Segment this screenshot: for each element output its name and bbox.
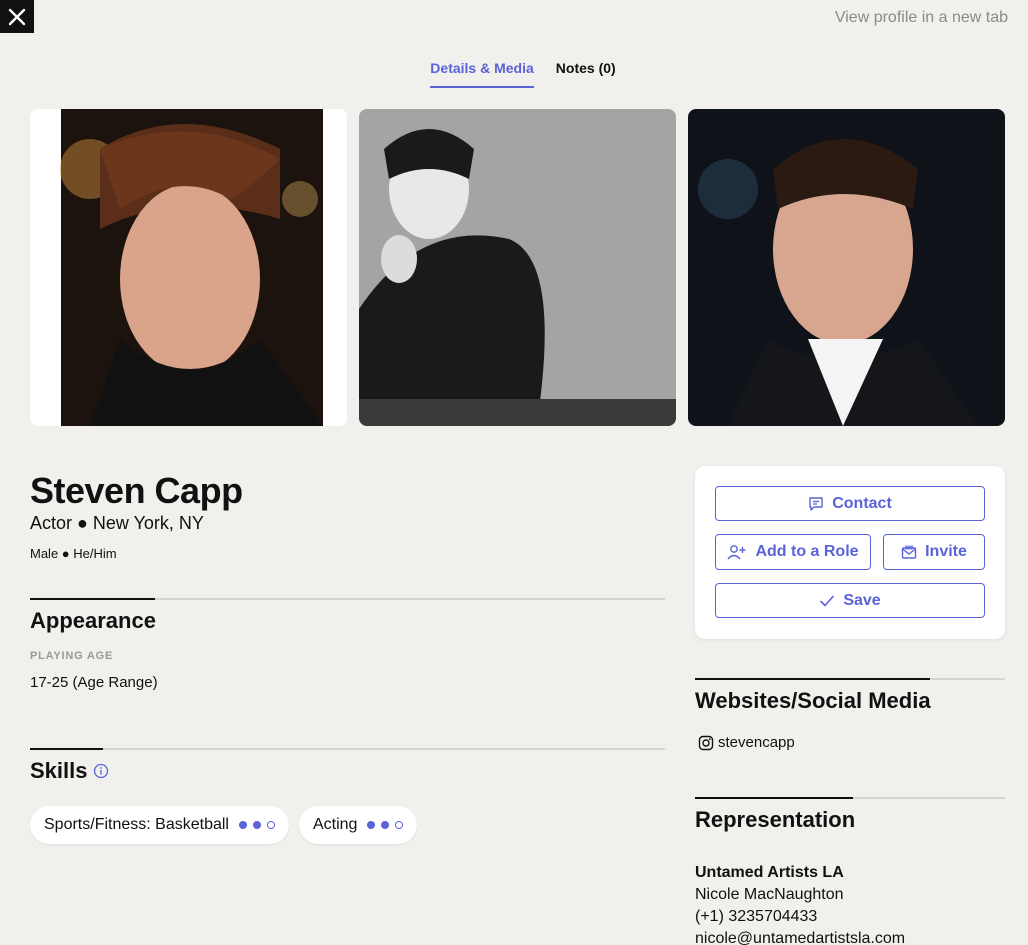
skills-heading: Skills: [30, 758, 109, 784]
skill-level-indicator: [238, 821, 275, 829]
representation-divider: [695, 797, 1005, 799]
appearance-heading: Appearance: [30, 608, 156, 633]
profile-subtitle: Actor ● New York, NY: [30, 513, 204, 533]
websites-divider: [695, 678, 1005, 680]
agent-phone[interactable]: (+1) 3235704433: [695, 906, 905, 928]
instagram-link[interactable]: stevencapp: [698, 734, 795, 751]
agent-email[interactable]: nicole@untamedartistsla.com: [695, 928, 905, 945]
skills-list: Sports/Fitness: Basketball Acting: [30, 806, 418, 844]
checkmark-icon: [820, 595, 835, 606]
close-button[interactable]: [0, 0, 34, 33]
representation-info: Untamed Artists LA Nicole MacNaughton (+…: [695, 862, 905, 945]
skill-level-dot-empty: [266, 821, 275, 829]
skill-label: Sports/Fitness: Basketball: [44, 816, 229, 833]
instagram-handle: stevencapp: [718, 734, 795, 751]
skill-label: Acting: [312, 816, 358, 833]
view-profile-new-tab-link[interactable]: View profile in a new tab: [835, 9, 1008, 27]
skill-level-dot-filled: [381, 821, 390, 829]
add-to-role-button[interactable]: Add to a Role: [715, 534, 871, 570]
appearance-divider: [30, 598, 665, 600]
tab-details-media[interactable]: Details & Media: [430, 60, 534, 88]
skill-level-dot-empty: [395, 821, 404, 829]
skill-level-dot-filled: [238, 821, 247, 829]
save-button[interactable]: Save: [715, 583, 985, 618]
skill-level-dot-filled: [367, 821, 376, 829]
skill-pill[interactable]: Acting: [298, 806, 418, 844]
chat-icon: [809, 496, 823, 511]
headshot-photo-2[interactable]: [359, 109, 676, 426]
invite-button[interactable]: Invite: [883, 534, 985, 570]
agency-name: Untamed Artists LA: [695, 864, 844, 881]
agent-name: Nicole MacNaughton: [695, 886, 844, 903]
websites-heading: Websites/Social Media: [695, 688, 931, 713]
skill-level-indicator: [367, 821, 404, 829]
info-icon[interactable]: [93, 763, 109, 779]
profile-details: Male ● He/Him: [30, 546, 117, 561]
add-to-role-label: Add to a Role: [755, 543, 859, 560]
invite-label: Invite: [925, 543, 967, 560]
playing-age-value: 17-25 (Age Range): [30, 674, 158, 691]
skills-title: Skills: [30, 758, 88, 783]
headshot-photo-1[interactable]: [30, 109, 347, 426]
skill-level-dot-filled: [252, 821, 261, 829]
contact-label: Contact: [832, 494, 892, 512]
instagram-icon: [698, 735, 714, 750]
skills-divider: [30, 748, 665, 750]
photo-gallery: [30, 109, 1005, 426]
tab-notes[interactable]: Notes (0): [556, 60, 616, 88]
headshot-photo-3[interactable]: [688, 109, 1005, 426]
envelope-icon: [901, 545, 917, 559]
contact-button[interactable]: Contact: [715, 486, 985, 521]
skill-pill[interactable]: Sports/Fitness: Basketball: [30, 806, 289, 844]
profile-name: Steven Capp: [30, 470, 243, 511]
tab-bar: Details & Media Notes (0): [0, 60, 1028, 88]
representation-heading: Representation: [695, 807, 856, 832]
playing-age-label: PLAYING AGE: [30, 650, 114, 662]
actions-card: Contact Add to a Role Invite Save: [695, 466, 1005, 639]
add-user-icon: [727, 545, 746, 560]
close-icon: [8, 8, 26, 25]
save-label: Save: [843, 591, 881, 609]
